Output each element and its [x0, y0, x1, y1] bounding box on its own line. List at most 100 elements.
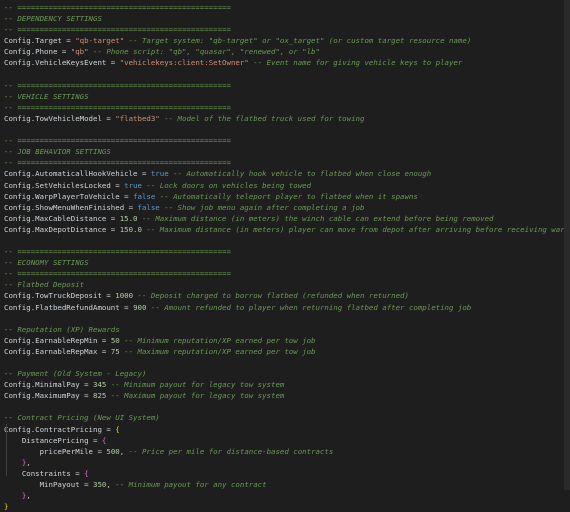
code-line[interactable]: -- Reputation (XP) Rewards — [4, 324, 570, 335]
code-line[interactable]: Config.EarnableRepMax = 75 -- Maximum re… — [4, 346, 570, 357]
code-line[interactable]: -- JOB BEHAVIOR SETTINGS — [4, 146, 570, 157]
code-line[interactable]: Config.AutomaticallHookVehicle = true --… — [4, 168, 570, 179]
code-line[interactable]: -- =====================================… — [4, 157, 570, 168]
punctuation: = — [124, 202, 138, 212]
code-line[interactable]: Config.WarpPlayerToVehicle = false -- Au… — [4, 191, 570, 202]
code-line[interactable]: Config.Target = "qb-target" -- Target sy… — [4, 35, 570, 46]
punctuation: = — [79, 380, 94, 390]
identifier: Config.SetVehiclesLocked — [4, 180, 111, 190]
code-content[interactable]: -- =====================================… — [4, 2, 570, 512]
comment: -- Show job menu again after completing … — [159, 202, 365, 212]
punctuation: = — [97, 346, 111, 356]
identifier: Config.Target — [4, 36, 62, 46]
identifier: Config.ContractPricing — [4, 424, 102, 434]
code-line[interactable]: Config.TowVehicleModel = "flatbed3" -- M… — [4, 113, 570, 124]
code-line[interactable]: Config.FlatbedRefundAmount = 900 -- Amou… — [4, 302, 570, 313]
code-line[interactable]: }, — [4, 490, 570, 501]
code-line[interactable]: Config.MinimalPay = 345 -- Minimum payou… — [4, 379, 570, 390]
brace: { — [115, 424, 120, 434]
code-line[interactable]: -- =====================================… — [4, 80, 570, 91]
punctuation — [4, 480, 40, 489]
code-line[interactable]: } — [4, 501, 570, 512]
identifier: Config.EarnableRepMin — [4, 335, 98, 345]
identifier: Constraints — [21, 468, 71, 478]
identifier: Config.FlatbedRefundAmount — [4, 302, 120, 312]
punctuation: = — [101, 424, 116, 434]
code-line[interactable]: }, — [4, 457, 570, 468]
code-line[interactable]: -- =====================================… — [4, 135, 570, 146]
code-line[interactable]: -- =====================================… — [4, 24, 570, 35]
code-line[interactable]: Config.EarnableRepMin = 50 -- Minimum re… — [4, 335, 570, 346]
code-line[interactable]: -- =====================================… — [4, 246, 570, 257]
code-line[interactable]: Config.MaxDepotDistance = 150.0 -- Maxim… — [4, 224, 570, 235]
comment: -- VEHICLE SETTINGS — [4, 91, 89, 101]
punctuation: = — [137, 169, 151, 179]
code-line[interactable]: Config.ContractPricing = { — [4, 424, 570, 435]
identifier: Config.TowVehicleModel — [4, 113, 102, 123]
code-line[interactable]: -- Contract Pricing (New UI System) — [4, 412, 570, 423]
code-line[interactable]: ​ — [4, 401, 570, 412]
code-editor[interactable]: -- =====================================… — [0, 0, 570, 511]
punctuation: = — [106, 213, 120, 223]
number-literal: 1000 — [115, 291, 134, 301]
code-line[interactable]: -- Payment (Old System - Legacy) — [4, 368, 570, 379]
code-line[interactable]: Config.MaximumPay = 825 -- Maximum payou… — [4, 390, 570, 401]
punctuation: = — [101, 291, 116, 301]
comment: -- =====================================… — [4, 136, 231, 146]
code-line[interactable]: ​ — [4, 235, 570, 246]
code-line[interactable]: -- VEHICLE SETTINGS — [4, 91, 570, 102]
comment: -- Automatically hook vehicle to flatbed… — [168, 169, 432, 179]
punctuation: = — [119, 302, 134, 312]
identifier: Config.Phone — [4, 47, 58, 57]
identifier: Config.MaxDepotDistance — [4, 224, 107, 234]
code-line[interactable]: MinPayout = 350, -- Minimum payout for a… — [4, 479, 570, 490]
identifier: MinPayout — [39, 480, 80, 490]
punctuation: , — [26, 457, 31, 467]
punctuation: = — [61, 36, 76, 46]
comment: -- Target system: "qb-target" or "ox_tar… — [124, 36, 472, 46]
punctuation — [4, 491, 22, 500]
comment: -- Lock doors on vehicles being towed — [141, 180, 312, 190]
string-literal: "vehiclekeys:client:SetOwner" — [119, 58, 249, 68]
code-line[interactable]: ​ — [4, 124, 570, 135]
code-line[interactable]: Config.VehicleKeysEvent = "vehiclekeys:c… — [4, 57, 570, 68]
identifier: Config.MaximumPay — [4, 391, 80, 401]
code-line[interactable]: -- ECONOMY SETTINGS — [4, 257, 570, 268]
code-line[interactable]: Config.TowTruckDeposit = 1000 -- Deposit… — [4, 290, 570, 301]
code-line[interactable]: Config.Phone = "qb" -- Phone script: "qb… — [4, 46, 570, 57]
code-line[interactable]: DistancePricing = { — [4, 435, 570, 446]
comment: -- Maximum reputation/XP earned per tow … — [119, 346, 316, 356]
number-literal: 350 — [93, 480, 107, 490]
code-line[interactable]: Config.MaxCableDistance = 15.0 -- Maximu… — [4, 213, 570, 224]
comment: -- =====================================… — [4, 25, 231, 35]
comment: -- Maximum distance (in meters) the winc… — [137, 213, 494, 223]
string-literal: "qb" — [70, 47, 89, 57]
editor-scrollbar[interactable] — [564, 0, 570, 490]
comment: -- =====================================… — [4, 269, 231, 279]
code-line[interactable]: -- =====================================… — [4, 268, 570, 279]
code-line[interactable]: -- Flatbed Deposit — [4, 279, 570, 290]
boolean-literal: true — [124, 180, 142, 190]
punctuation: = — [97, 335, 111, 345]
number-literal: 345 — [93, 380, 107, 390]
code-line[interactable]: ​ — [4, 313, 570, 324]
boolean-literal: true — [150, 169, 169, 179]
code-line[interactable]: -- =====================================… — [4, 102, 570, 113]
comment: -- Minimum payout for legacy tow system — [106, 380, 285, 390]
identifier: Config.VehicleKeysEvent — [4, 58, 107, 68]
punctuation: = — [106, 224, 120, 234]
identifier: Config.MinimalPay — [4, 380, 80, 390]
code-line[interactable]: Config.ShowMenuWhenFinished = false -- S… — [4, 202, 570, 213]
code-line[interactable]: ​ — [4, 357, 570, 368]
code-line[interactable]: -- =====================================… — [4, 2, 570, 13]
code-line[interactable]: Constraints = { — [4, 468, 570, 479]
punctuation: = — [110, 180, 125, 190]
code-line[interactable]: pricePerMile = 500, -- Price per mile fo… — [4, 446, 570, 457]
punctuation: = — [93, 446, 107, 456]
code-line[interactable]: ​ — [4, 69, 570, 80]
boolean-literal: false — [133, 191, 156, 201]
code-line[interactable]: Config.SetVehiclesLocked = true -- Lock … — [4, 180, 570, 191]
comment: -- Automatically teleport player to flat… — [155, 191, 418, 201]
identifier: Config.TowTruckDeposit — [4, 291, 102, 301]
code-line[interactable]: -- DEPENDENCY SETTINGS — [4, 13, 570, 24]
